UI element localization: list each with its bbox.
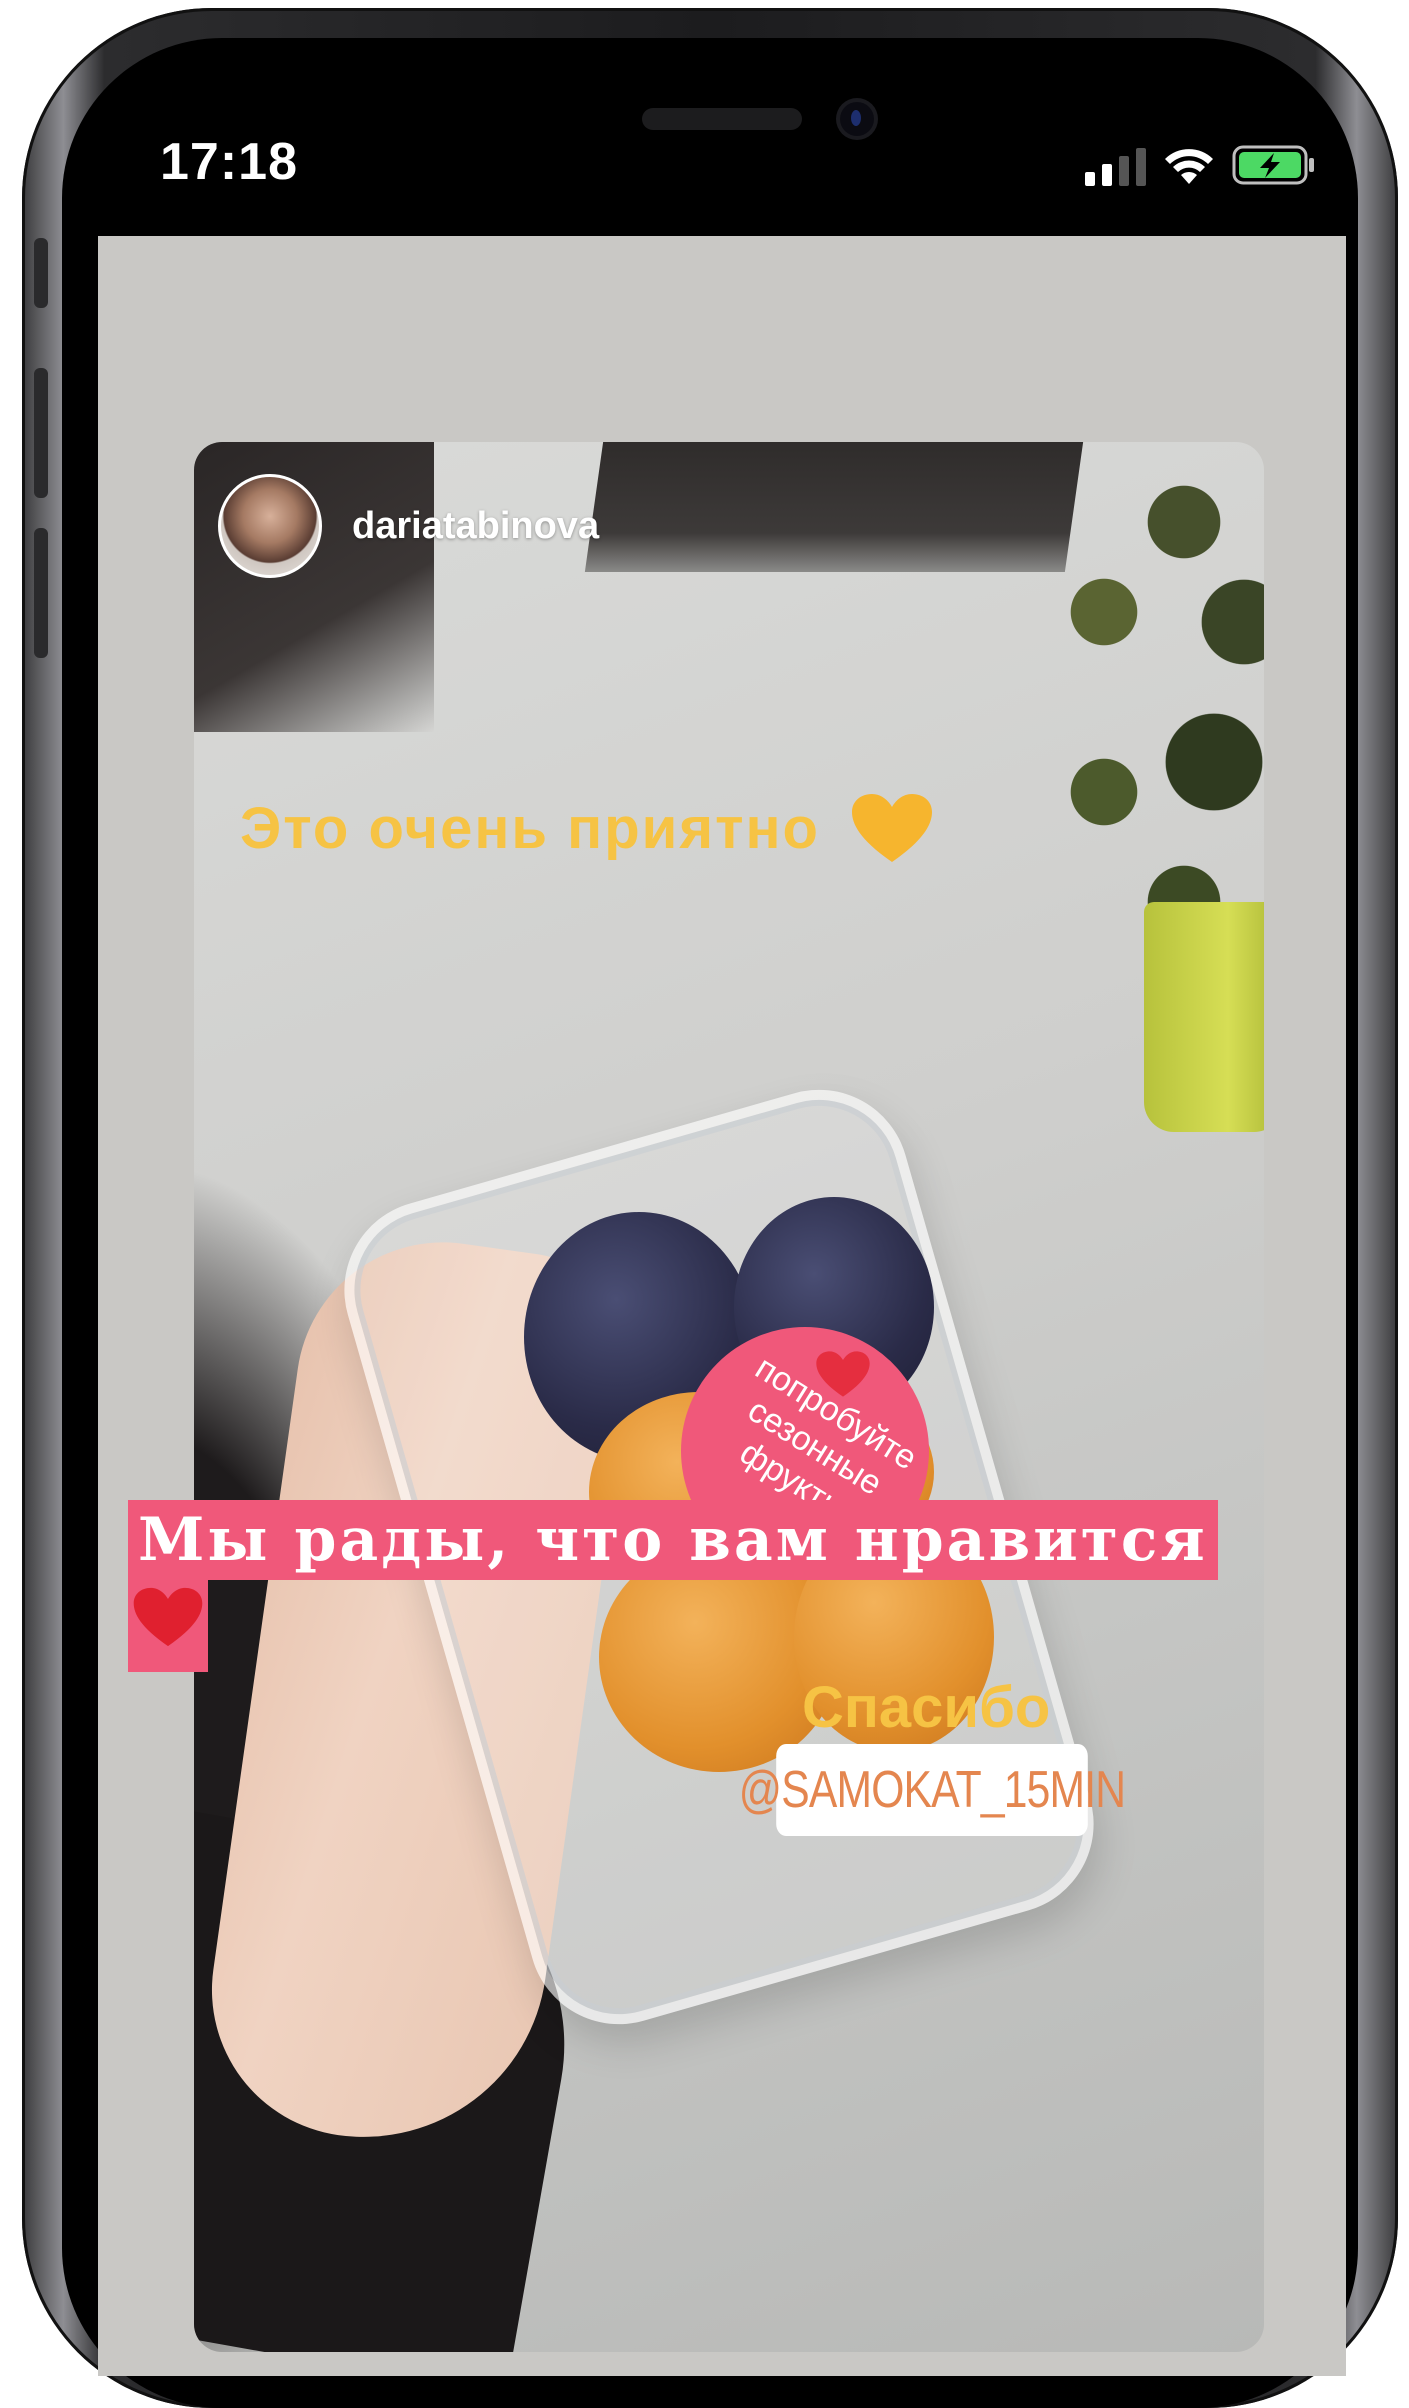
mute-switch — [34, 238, 48, 308]
battery-charging-icon — [1232, 145, 1314, 185]
status-icons — [1085, 142, 1316, 186]
bottom-caption-heart — [128, 1580, 208, 1672]
bottom-caption: Мы рады, что вам нравится — [128, 1500, 1310, 1672]
volume-down-button — [34, 528, 48, 658]
avatar[interactable] — [218, 474, 322, 578]
wifi-icon — [1165, 149, 1213, 184]
yellow-heart-icon — [852, 794, 932, 862]
earpiece-speaker — [642, 108, 802, 130]
phone-screen: 17:18 dariatabinova Это очень приятно по… — [98, 56, 1346, 2376]
username[interactable]: dariatabinova — [352, 505, 599, 548]
thanks-text: Спасибо — [802, 1675, 1051, 1740]
signal-icon — [1085, 148, 1146, 186]
mention-sticker[interactable]: @SAMOKAT_15MIN — [739, 1744, 1126, 1836]
status-bar: 17:18 — [98, 56, 1346, 236]
story-card[interactable]: dariatabinova Это очень приятно попробуй… — [194, 442, 1264, 2352]
caption-top-text: Это очень приятно — [240, 795, 820, 861]
story-header[interactable]: dariatabinova — [218, 474, 599, 578]
front-camera — [840, 102, 874, 136]
volume-up-button — [34, 368, 48, 498]
bottom-caption-text: Мы рады, что вам нравится — [128, 1500, 1218, 1580]
status-time: 17:18 — [160, 133, 298, 191]
caption-top: Это очень приятно — [240, 792, 934, 864]
red-heart-icon — [133, 1587, 203, 1647]
photo-plant-pot — [1144, 902, 1264, 1132]
